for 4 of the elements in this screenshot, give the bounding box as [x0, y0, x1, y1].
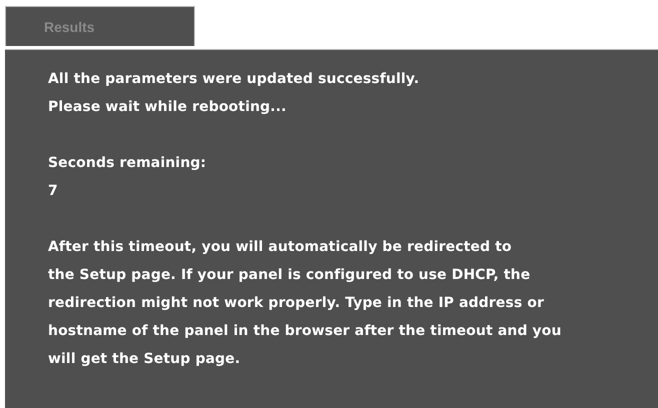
- message-text: After this timeout, you will automatically be redirected to the Setup page. If your panel is configured to use DHCP, the redirection might not work properly. Type in the IP address or hostname of the panel in the browser after the timeout and you will get the Setup page.: [48, 238, 562, 369]
- message-text: Seconds remaining: 7: [48, 154, 208, 201]
- message-text: All the parameters were updated successfully. Please wait while rebooting...: [48, 70, 420, 117]
- results-tab[interactable]: Results: [5, 6, 195, 46]
